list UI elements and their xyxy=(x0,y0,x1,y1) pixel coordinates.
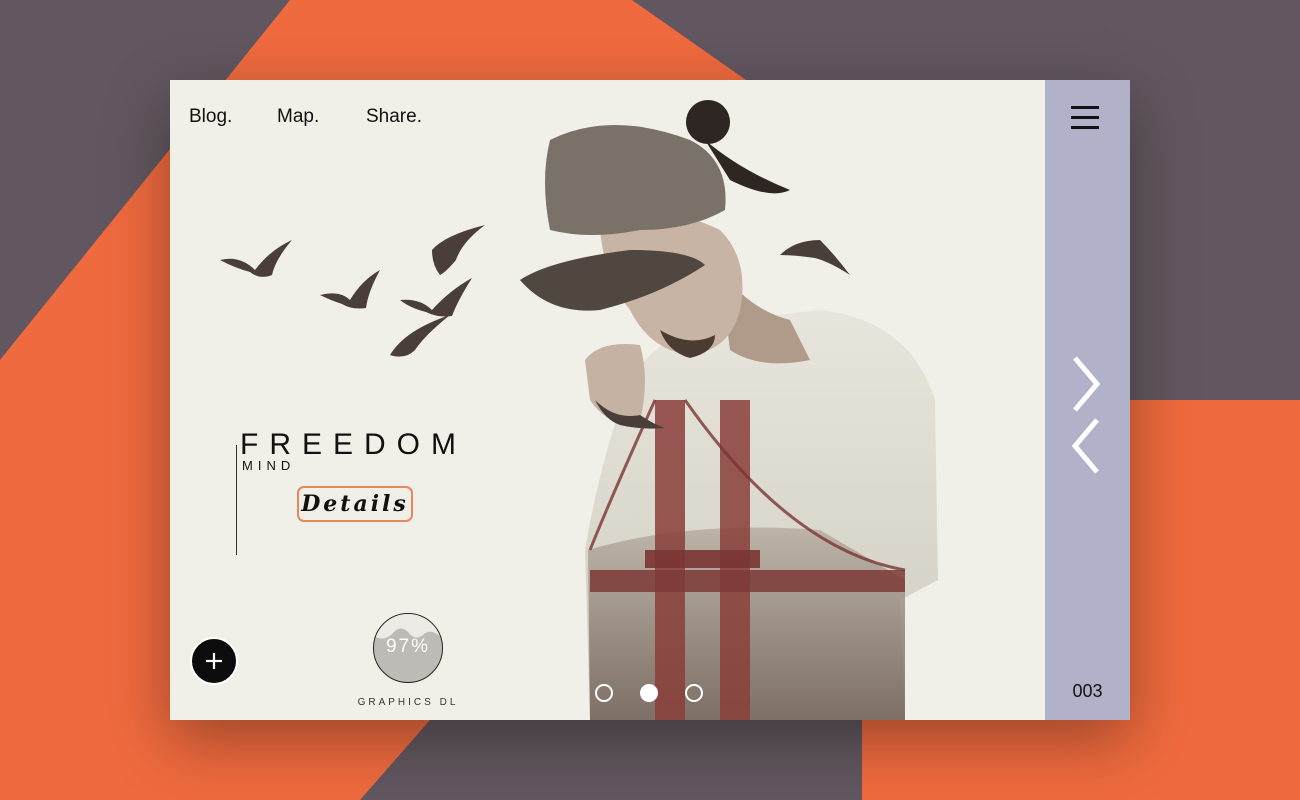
hero-image xyxy=(520,100,938,720)
nav-link-blog[interactable]: Blog. xyxy=(189,106,232,128)
carousel-dots xyxy=(595,684,705,702)
brand-caption: GRAPHICS DL xyxy=(357,697,459,708)
side-panel: 003 xyxy=(1045,80,1130,720)
plus-icon xyxy=(206,653,222,669)
chevron-right-icon[interactable] xyxy=(1067,354,1107,414)
headline-divider xyxy=(236,445,237,555)
add-button[interactable] xyxy=(190,637,238,685)
carousel-dot[interactable] xyxy=(640,684,658,702)
chevron-left-icon[interactable] xyxy=(1067,416,1107,476)
slide-counter: 003 xyxy=(1072,681,1103,701)
progress-value: 97% xyxy=(385,636,431,657)
headline: FREEDOM xyxy=(240,428,467,461)
nav-link-map[interactable]: Map. xyxy=(277,106,319,128)
birds-illustration xyxy=(220,225,485,357)
hero-card: Blog. Map. Share. FREEDOM MIND Details 9… xyxy=(170,80,1130,720)
subheadline: MIND xyxy=(242,458,296,473)
carousel-dot[interactable] xyxy=(685,684,703,702)
carousel-dot[interactable] xyxy=(595,684,613,702)
progress-badge: 97% xyxy=(373,613,443,683)
menu-icon[interactable] xyxy=(1071,106,1099,130)
nav-link-share[interactable]: Share. xyxy=(366,106,422,128)
details-button[interactable]: Details xyxy=(297,486,413,522)
